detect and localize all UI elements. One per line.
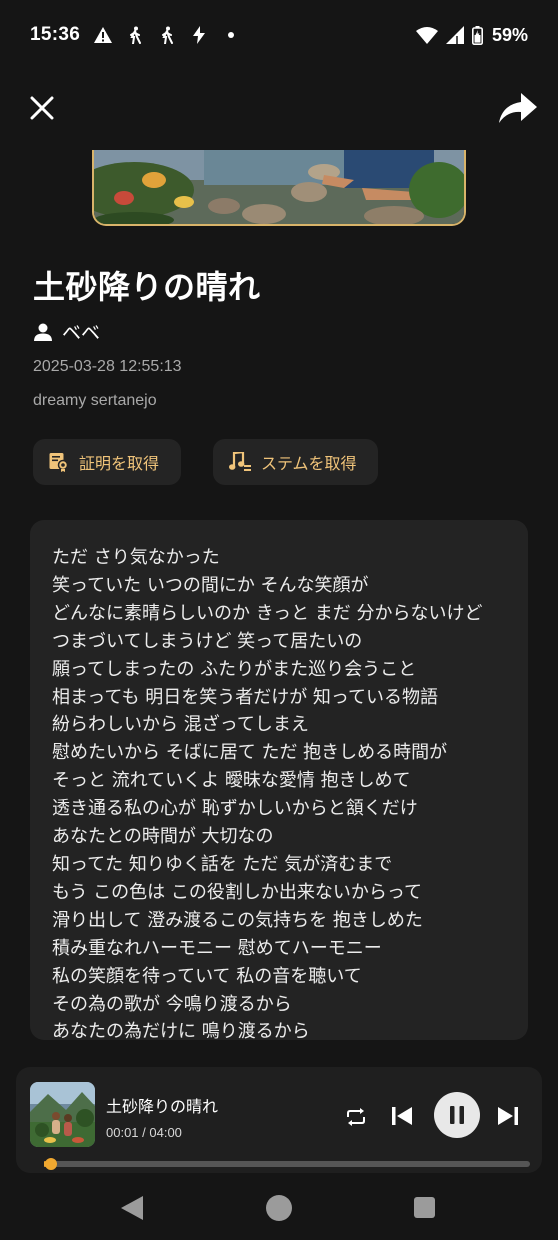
- lyric-line: 相まっても 明日を笑う者だけが 知っている物語: [52, 686, 439, 708]
- lyric-line: もう この色は この役割しか出来ないからって: [52, 881, 423, 903]
- close-icon: [30, 96, 54, 120]
- walking-icon: [158, 26, 176, 44]
- repeat-icon: [345, 1108, 367, 1126]
- status-bar: 15:36 59%: [0, 0, 558, 70]
- lyrics-card[interactable]: ただ さり気なかった 笑っていた いつの間にか そんな笑顔が どんなに素晴らしい…: [30, 520, 528, 1040]
- share-button[interactable]: [496, 86, 540, 130]
- pause-button[interactable]: [434, 1092, 480, 1138]
- repeat-button[interactable]: [342, 1103, 370, 1131]
- close-button[interactable]: [22, 88, 62, 128]
- cover-art: [92, 150, 466, 226]
- signal-icon: [445, 26, 464, 44]
- get-stems-button[interactable]: ステムを取得: [213, 439, 378, 485]
- back-button[interactable]: [121, 1196, 143, 1220]
- certificate-icon: [49, 452, 69, 472]
- lyric-line: 笑っていた いつの間にか そんな笑顔が: [52, 574, 369, 596]
- walking-icon: [126, 26, 144, 44]
- get-proof-label: 証明を取得: [79, 454, 160, 473]
- status-time: 15:36: [30, 24, 81, 45]
- top-nav: [0, 84, 558, 132]
- lyric-line: あなたの為だけに 鳴り渡るから: [52, 1021, 310, 1040]
- lyric-line: その為の歌が 今鳴り渡るから: [52, 993, 292, 1015]
- bolt-icon: [190, 26, 208, 44]
- player-time: 00:01 / 04:00: [106, 1125, 182, 1140]
- status-right: 59%: [415, 24, 528, 46]
- lyric-line: そっと 流れていくよ 曖昧な愛情 抱きしめて: [52, 770, 411, 792]
- lyric-line: 積み重なれハーモニー 慰めてハーモニー: [52, 937, 382, 959]
- lyric-line: どんなに素晴らしいのか きっと まだ 分からないけど: [52, 602, 483, 624]
- lyric-line: 願ってしまったの ふたりがまた巡り会うこと: [52, 658, 417, 680]
- pause-icon: [450, 1106, 464, 1124]
- music-note-icon: [229, 452, 251, 472]
- status-left: 15:36: [30, 24, 240, 46]
- share-icon: [499, 93, 537, 123]
- next-button[interactable]: [494, 1100, 522, 1132]
- artist-link[interactable]: ベベ: [34, 318, 100, 345]
- lyric-line: 滑り出して 澄み渡るこの気持ちを 抱きしめた: [52, 909, 423, 931]
- warning-icon: [94, 26, 113, 44]
- home-button[interactable]: [266, 1195, 292, 1221]
- progress-thumb[interactable]: [45, 1158, 58, 1170]
- lyric-line: 紛らわしいから 混ざってしまえ: [52, 714, 309, 736]
- mini-player[interactable]: 土砂降りの晴れ 00:01 / 04:00: [16, 1067, 542, 1173]
- player-thumbnail[interactable]: [30, 1082, 95, 1147]
- lyric-line: 知ってた 知りゆく話を ただ 気が済むまで: [52, 853, 393, 875]
- player-title: 土砂降りの晴れ: [106, 1097, 219, 1116]
- recents-button[interactable]: [414, 1197, 435, 1218]
- skip-next-icon: [498, 1106, 518, 1126]
- system-nav-bar: [0, 1180, 558, 1240]
- genre-tag: dreamy sertanejo: [33, 392, 157, 409]
- lyric-line: つまづいてしまうけど 笑って居たいの: [52, 630, 363, 652]
- lyric-line: ただ さり気なかった: [52, 547, 220, 568]
- wifi-icon: [415, 26, 438, 44]
- song-title: 土砂降りの晴れ: [33, 268, 261, 306]
- lyric-line: あなたとの時間が 大切なの: [52, 826, 274, 848]
- battery-icon: [472, 25, 484, 45]
- created-date: 2025-03-28 12:55:13: [33, 358, 182, 375]
- skip-previous-icon: [392, 1106, 412, 1126]
- person-icon: [34, 323, 52, 341]
- dot-icon: [222, 26, 240, 44]
- lyric-line: 透き通る私の心が 恥ずかしいからと頷くだけ: [52, 798, 418, 820]
- lyric-line: 慰めたいから そばに居て ただ 抱きしめる時間が: [52, 742, 448, 764]
- get-proof-button[interactable]: 証明を取得: [33, 439, 181, 485]
- progress-bar[interactable]: [44, 1158, 530, 1170]
- previous-button[interactable]: [388, 1100, 416, 1132]
- artist-name: ベベ: [62, 322, 101, 344]
- get-stems-label: ステムを取得: [261, 454, 357, 473]
- back-icon: [121, 1196, 143, 1220]
- battery-percentage: 59%: [491, 24, 528, 45]
- lyric-line: 私の笑顔を待っていて 私の音を聴いて: [52, 965, 362, 987]
